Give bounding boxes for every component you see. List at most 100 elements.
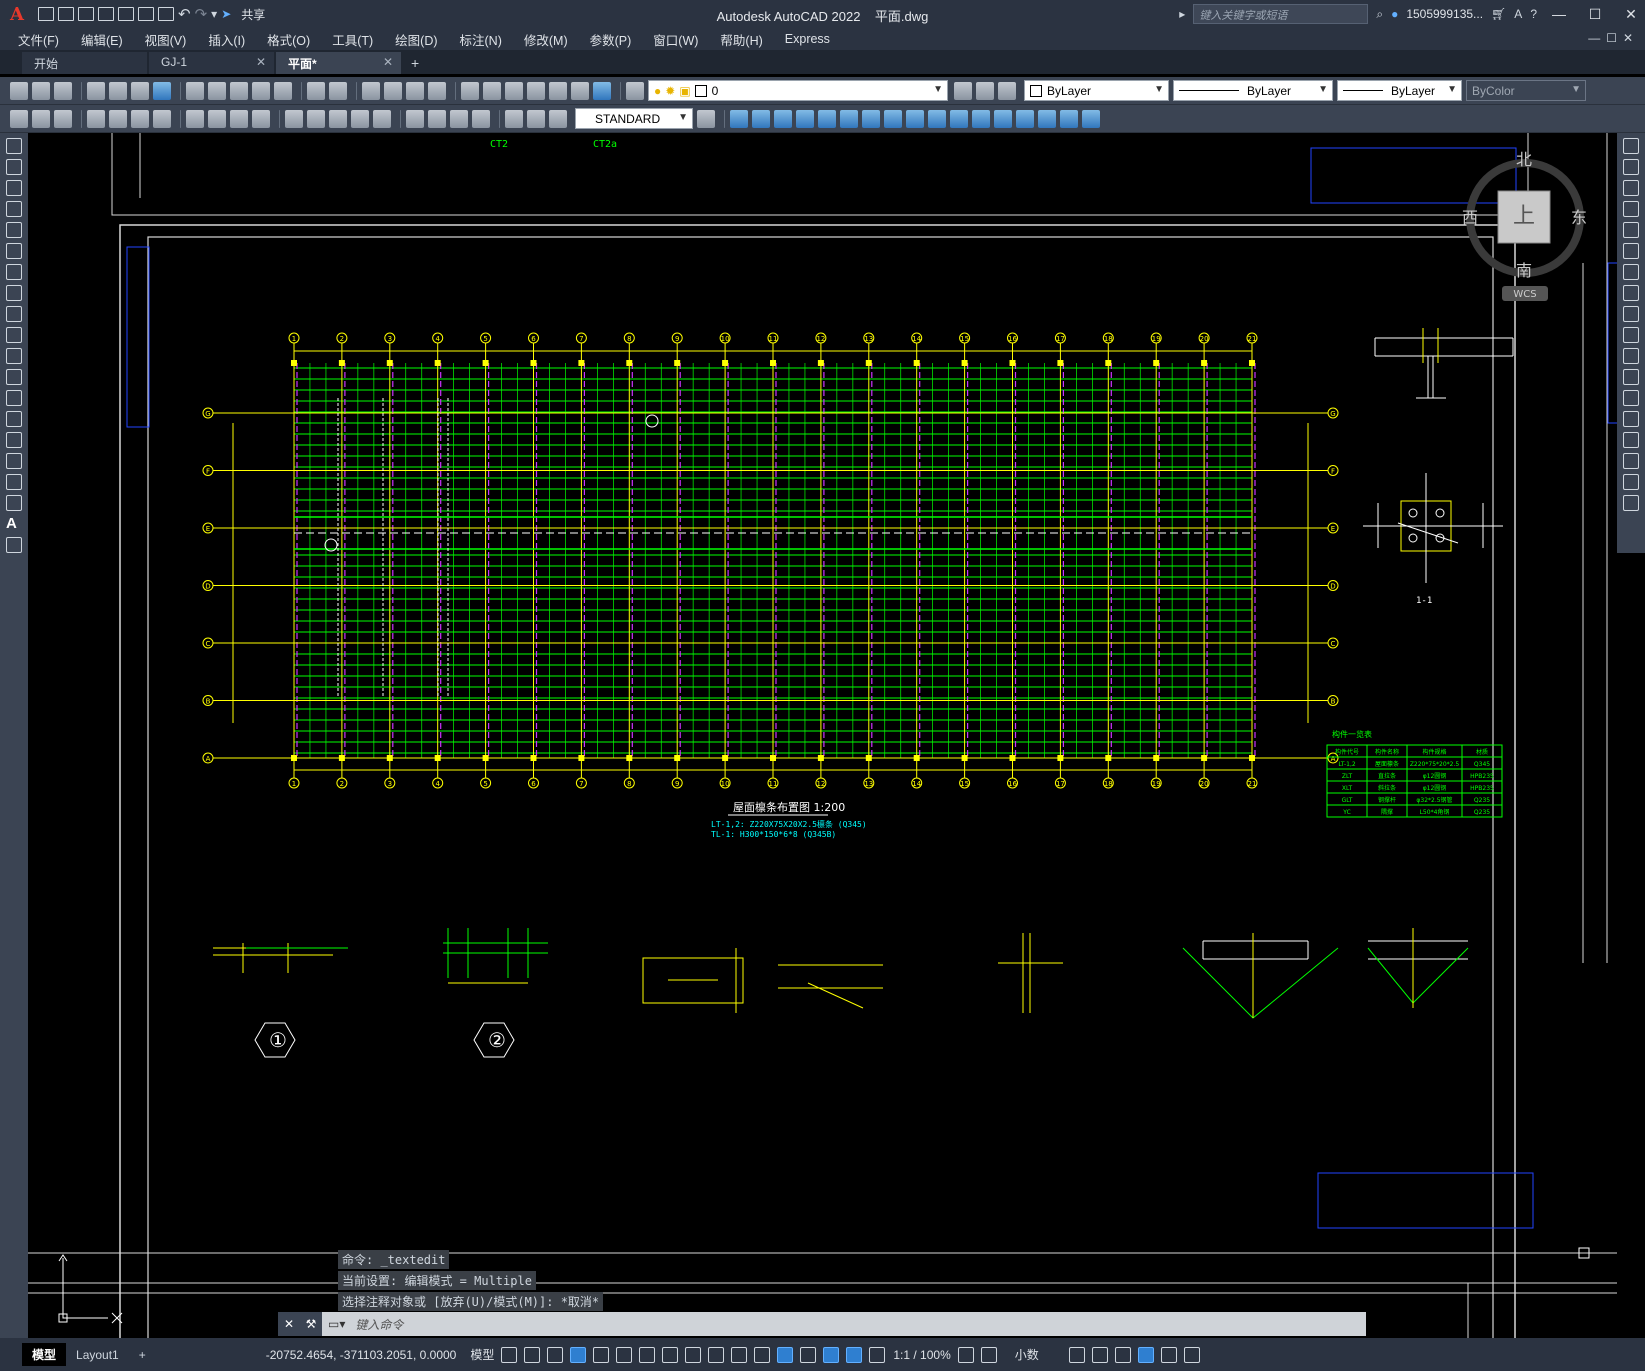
arc-length-icon[interactable]: [131, 109, 149, 128]
fillet-icon[interactable]: [1623, 453, 1639, 469]
menu-insert[interactable]: 插入(I): [208, 30, 245, 49]
undo-icon[interactable]: [307, 81, 325, 100]
line-icon[interactable]: [6, 138, 22, 154]
help-icon[interactable]: [593, 81, 611, 100]
point-icon[interactable]: [6, 411, 22, 427]
search-expand-icon[interactable]: ▸: [1179, 7, 1185, 21]
baseline-dim-icon[interactable]: [307, 109, 325, 128]
move-icon[interactable]: [1623, 243, 1639, 259]
menu-view[interactable]: 视图(V): [145, 30, 187, 49]
ortho-icon[interactable]: [593, 1346, 610, 1363]
user-name[interactable]: 1505999135...: [1406, 7, 1483, 21]
annotation-scale[interactable]: 1:1 / 100%: [893, 1348, 950, 1362]
jogged-linear-icon[interactable]: [472, 109, 490, 128]
object-snap-icon[interactable]: [685, 1346, 702, 1363]
extend-icon[interactable]: [1623, 348, 1639, 364]
redo-icon[interactable]: ↷: [195, 5, 208, 23]
save-icon[interactable]: [78, 7, 94, 21]
viewcube-south[interactable]: 南: [1516, 261, 1532, 280]
menu-dimension[interactable]: 标注(N): [460, 30, 502, 49]
menu-parametric[interactable]: 参数(P): [590, 30, 632, 49]
plot-icon[interactable]: [158, 7, 174, 21]
open-icon[interactable]: [58, 7, 74, 21]
maximize-button[interactable]: ☐: [1581, 6, 1609, 23]
viewcube-west[interactable]: 西: [1462, 208, 1478, 227]
copy-object-icon[interactable]: [752, 109, 770, 128]
break-icon[interactable]: [972, 109, 990, 128]
quick-dim-icon[interactable]: [285, 109, 303, 128]
minimize-button[interactable]: —: [1545, 6, 1573, 22]
undo-icon[interactable]: ↶: [178, 5, 191, 23]
ordinate-dim-icon[interactable]: [153, 109, 171, 128]
menu-window[interactable]: 窗口(W): [653, 30, 698, 49]
close-icon[interactable]: ✕: [256, 55, 266, 69]
aligned-dim-icon[interactable]: [109, 109, 127, 128]
auto-scale-icon[interactable]: [869, 1346, 886, 1363]
draw-order-icon[interactable]: [1082, 109, 1100, 128]
text-style-icon[interactable]: [32, 109, 50, 128]
block-editor-icon[interactable]: [274, 81, 292, 100]
model-space-toggle[interactable]: 模型: [470, 1346, 494, 1363]
dynamic-ucs-icon[interactable]: [800, 1346, 817, 1363]
layer-dropdown[interactable]: ● ✹ ▣ 0 ▼: [648, 80, 948, 101]
region-icon[interactable]: [6, 474, 22, 490]
cut-icon[interactable]: [186, 81, 204, 100]
infer-constraints-icon[interactable]: [547, 1346, 564, 1363]
offset-icon[interactable]: [1623, 201, 1639, 217]
dim-style-icon[interactable]: [54, 109, 72, 128]
blend-icon[interactable]: [1623, 474, 1639, 490]
lineweight-icon[interactable]: [708, 1346, 725, 1363]
chamfer-icon[interactable]: [1623, 432, 1639, 448]
move-icon[interactable]: [840, 109, 858, 128]
layer-previous-icon[interactable]: [976, 81, 994, 100]
plotstyle-dropdown[interactable]: ByColor ▼: [1466, 80, 1586, 101]
break-icon[interactable]: [1623, 390, 1639, 406]
annotation-monitor-icon[interactable]: [980, 1346, 997, 1363]
grid-icon[interactable]: [501, 1346, 518, 1363]
copy-icon[interactable]: [1623, 159, 1639, 175]
viewcube-east[interactable]: 东: [1571, 208, 1587, 227]
share-icon[interactable]: ➤: [221, 7, 231, 21]
pan-icon[interactable]: [362, 81, 380, 100]
dim-text-edit-icon[interactable]: [527, 109, 545, 128]
dim-break-icon[interactable]: [373, 109, 391, 128]
viewcube-top[interactable]: 上: [1513, 204, 1535, 229]
publish-icon[interactable]: [131, 81, 149, 100]
polar-icon[interactable]: [616, 1346, 633, 1363]
menu-help[interactable]: 帮助(H): [720, 30, 762, 49]
style-manager-icon[interactable]: [10, 109, 28, 128]
tab-layout1[interactable]: Layout1: [66, 1345, 129, 1365]
tool-palettes-icon[interactable]: [505, 81, 523, 100]
cart-icon[interactable]: 🛒︎: [1491, 7, 1506, 21]
transparency-icon[interactable]: [731, 1346, 748, 1363]
inspection-icon[interactable]: [450, 109, 468, 128]
join-icon[interactable]: [1623, 411, 1639, 427]
sheet-set-icon[interactable]: [527, 81, 545, 100]
rectangle-icon[interactable]: [6, 222, 22, 238]
polyline-icon[interactable]: [6, 180, 22, 196]
revcloud-icon[interactable]: [6, 285, 22, 301]
customize-icon[interactable]: ⚒: [300, 1312, 322, 1336]
make-current-layer-icon[interactable]: [954, 81, 972, 100]
user-icon[interactable]: ●: [1391, 7, 1398, 21]
viewcube-north[interactable]: 北: [1516, 150, 1532, 169]
new-icon[interactable]: [38, 7, 54, 21]
erase-icon[interactable]: [1623, 138, 1639, 154]
design-center-icon[interactable]: [483, 81, 501, 100]
doc-window-controls[interactable]: —☐✕: [1588, 31, 1639, 45]
polygon-icon[interactable]: [6, 201, 22, 217]
insert-block-icon[interactable]: [6, 369, 22, 385]
tab-gj1[interactable]: GJ-1 ✕: [149, 52, 274, 74]
circle-icon[interactable]: [6, 264, 22, 280]
redo-icon[interactable]: [329, 81, 347, 100]
new-tab-icon[interactable]: +: [403, 52, 427, 74]
layer-properties-icon[interactable]: [626, 81, 644, 100]
zoom-realtime-icon[interactable]: [384, 81, 402, 100]
menu-file[interactable]: 文件(F): [18, 30, 59, 49]
tolerance-icon[interactable]: [406, 109, 424, 128]
preview-icon[interactable]: [109, 81, 127, 100]
3d-osnap-icon[interactable]: [777, 1346, 794, 1363]
gradient-icon[interactable]: [6, 453, 22, 469]
linear-dim-icon[interactable]: [87, 109, 105, 128]
share-button[interactable]: 共享: [241, 6, 265, 23]
